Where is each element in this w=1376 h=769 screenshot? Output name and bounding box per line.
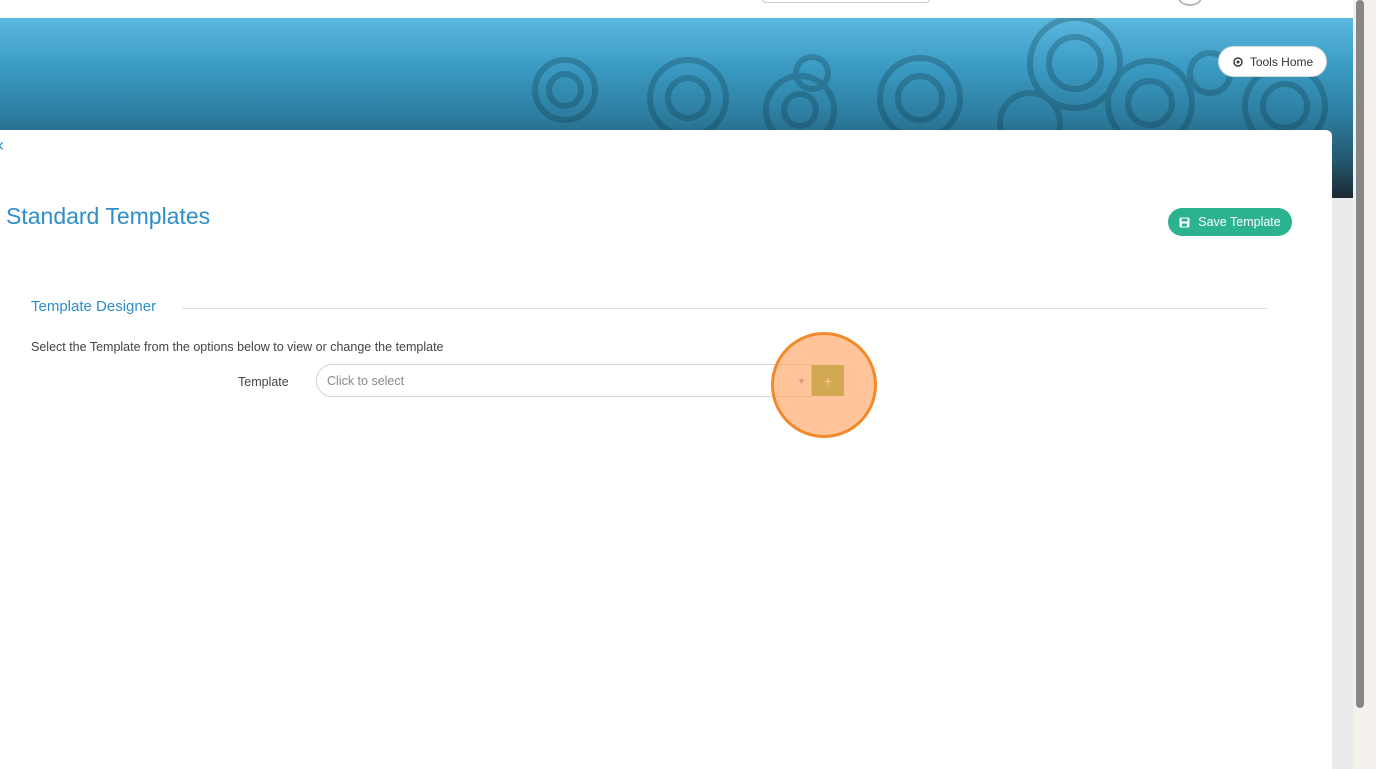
plus-icon: + bbox=[823, 372, 833, 389]
main-card: ‹ Standard Templates Save Template Templ… bbox=[0, 130, 1332, 769]
chevron-left-icon[interactable]: ‹ bbox=[0, 136, 4, 154]
section-title: Template Designer bbox=[31, 298, 157, 315]
top-search-input[interactable] bbox=[762, 0, 930, 3]
gear-icon bbox=[1233, 56, 1243, 67]
save-icon bbox=[1179, 217, 1190, 227]
tools-home-button[interactable]: Tools Home bbox=[1218, 46, 1327, 77]
instructions-text: Select the Template from the options bel… bbox=[31, 340, 444, 354]
save-template-label: Save Template bbox=[1198, 215, 1281, 229]
top-bar bbox=[0, 0, 1353, 19]
caret-down-icon[interactable]: ▼ bbox=[797, 376, 806, 386]
scrollbar-thumb[interactable] bbox=[1356, 0, 1364, 708]
page-title: Standard Templates bbox=[6, 203, 211, 229]
user-avatar[interactable] bbox=[1178, 0, 1202, 6]
right-gutter bbox=[1332, 198, 1353, 769]
section-divider bbox=[182, 308, 1267, 309]
template-select[interactable]: Click to select ▼ bbox=[316, 364, 812, 397]
template-select-placeholder: Click to select bbox=[327, 374, 405, 388]
save-template-button[interactable]: Save Template bbox=[1168, 208, 1292, 236]
add-template-button[interactable]: + bbox=[812, 365, 844, 396]
template-field-label: Template bbox=[238, 375, 289, 389]
tools-home-label: Tools Home bbox=[1249, 54, 1314, 69]
